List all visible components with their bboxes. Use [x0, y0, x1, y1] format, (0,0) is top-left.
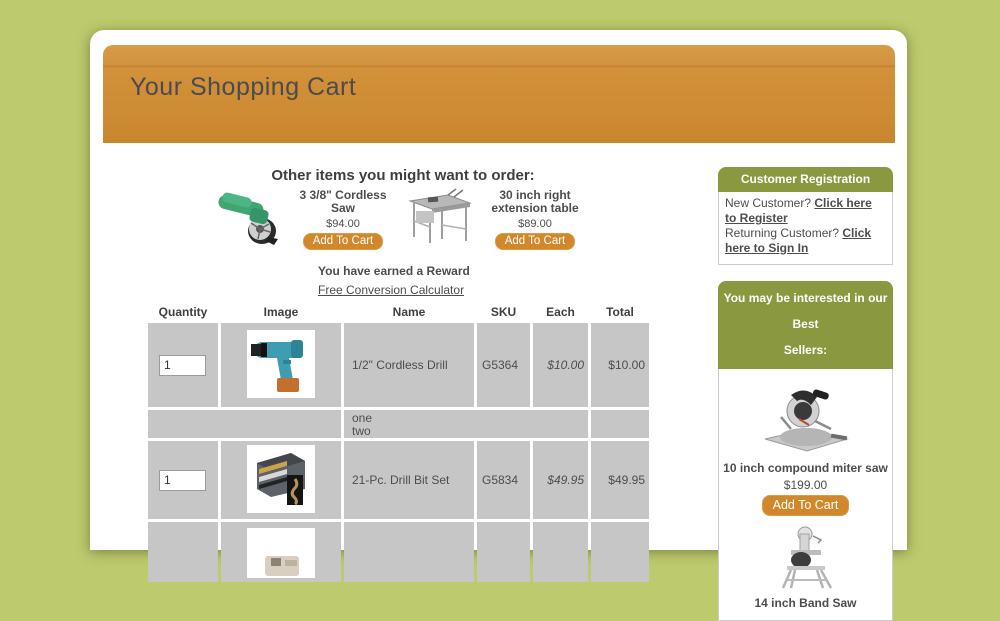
cordless-saw-image	[216, 187, 282, 245]
suggested-product-cordless-saw: 3 3/8" Cordless Saw $94.00 Add To Cart	[216, 187, 398, 250]
quantity-cell	[148, 441, 218, 519]
column-header-sku: SKU	[477, 304, 530, 320]
miter-saw-image	[751, 377, 861, 455]
name-cell: 21-Pc. Drill Bit Set	[344, 441, 474, 519]
product-image-frame	[247, 330, 315, 398]
add-to-cart-button[interactable]: Add To Cart	[495, 233, 576, 250]
new-customer-label: New Customer?	[725, 196, 814, 210]
cart-note-row: one two	[148, 410, 649, 438]
note-text: one two	[352, 412, 588, 438]
sku-cell: G5364	[477, 323, 530, 407]
add-to-cart-button[interactable]: Add To Cart	[303, 233, 384, 250]
suggested-product-info: 3 3/8" Cordless Saw $94.00 Add To Cart	[288, 187, 398, 250]
product-price: $89.00	[480, 218, 590, 230]
sidebar: Customer Registration New Customer? Clic…	[718, 167, 893, 621]
best-sellers-body: 10 inch compound miter saw $199.00 Add T…	[718, 369, 893, 621]
product-image-frame	[247, 528, 315, 578]
main-column: Other items you might want to order:	[103, 167, 703, 621]
add-to-cart-button[interactable]: Add To Cart	[762, 495, 850, 516]
name-cell	[344, 522, 474, 582]
total-cell	[591, 522, 649, 582]
suggested-products: 3 3/8" Cordless Saw $94.00 Add To Cart	[103, 187, 703, 250]
each-cell: $49.95	[533, 441, 588, 519]
quantity-input[interactable]	[159, 470, 206, 491]
best-sellers-header-line2: Sellers:	[720, 337, 891, 363]
image-cell	[221, 323, 341, 407]
name-cell: 1/2" Cordless Drill	[344, 323, 474, 407]
image-cell	[221, 441, 341, 519]
conversion-calculator-link[interactable]: Free Conversion Calculator	[318, 283, 464, 297]
reward-message: You have earned a Reward	[318, 264, 488, 278]
cart-row-partial	[148, 522, 649, 582]
sku-cell	[477, 522, 530, 582]
cordless-drill-image	[247, 330, 315, 398]
product-name: 30 inch right extension table	[480, 189, 590, 215]
cart-table: Quantity Image Name SKU Each Total	[145, 301, 652, 585]
product-image-frame	[247, 445, 315, 513]
column-header-image: Image	[221, 304, 341, 320]
each-cell	[533, 522, 588, 582]
sku-cell: G5834	[477, 441, 530, 519]
customer-registration-body: New Customer? Click here to Register Ret…	[718, 192, 893, 265]
total-cell: $10.00	[591, 323, 649, 407]
column-header-total: Total	[591, 304, 649, 320]
suggestions-heading: Other items you might want to order:	[103, 167, 703, 184]
customer-registration-header: Customer Registration	[718, 167, 893, 192]
cart-table-header-row: Quantity Image Name SKU Each Total	[148, 304, 649, 320]
quantity-cell	[148, 522, 218, 582]
product-price: $94.00	[288, 218, 398, 230]
cart-row-drill-bit-set: 21-Pc. Drill Bit Set G5834 $49.95 $49.95	[148, 441, 649, 519]
each-cell: $10.00	[533, 323, 588, 407]
page-banner: Your Shopping Cart	[103, 45, 895, 143]
suggested-product-info: 30 inch right extension table $89.00 Add…	[480, 187, 590, 250]
total-cell: $49.95	[591, 441, 649, 519]
note-total-cell	[591, 410, 649, 438]
returning-customer-label: Returning Customer?	[725, 226, 842, 240]
best-seller-name: 10 inch compound miter saw	[723, 462, 888, 475]
best-sellers-header: You may be interested in our Best Seller…	[718, 281, 893, 369]
extension-table-image	[408, 187, 474, 245]
best-seller-name: 14 inch Band Saw	[723, 597, 888, 610]
reward-block: You have earned a Reward Free Conversion…	[318, 264, 488, 297]
quantity-cell	[148, 323, 218, 407]
band-saw-image	[767, 526, 845, 590]
product-name: 3 3/8" Cordless Saw	[288, 189, 398, 215]
partial-product-image	[247, 528, 315, 578]
column-header-quantity: Quantity	[148, 304, 218, 320]
suggested-product-extension-table: 30 inch right extension table $89.00 Add…	[408, 187, 590, 250]
best-seller-price: $199.00	[723, 478, 888, 492]
page-container: Your Shopping Cart Other items you might…	[90, 30, 907, 550]
note-empty-cell	[148, 410, 341, 438]
column-header-each: Each	[533, 304, 588, 320]
quantity-input[interactable]	[159, 355, 206, 376]
cart-row-cordless-drill: 1/2" Cordless Drill G5364 $10.00 $10.00	[148, 323, 649, 407]
content-row: Other items you might want to order:	[90, 167, 907, 621]
page-title: Your Shopping Cart	[103, 45, 895, 102]
image-cell	[221, 522, 341, 582]
best-sellers-header-line1: You may be interested in our Best	[720, 285, 891, 337]
note-cell: one two	[344, 410, 588, 438]
drill-bit-set-image	[247, 445, 315, 513]
column-header-name: Name	[344, 304, 474, 320]
